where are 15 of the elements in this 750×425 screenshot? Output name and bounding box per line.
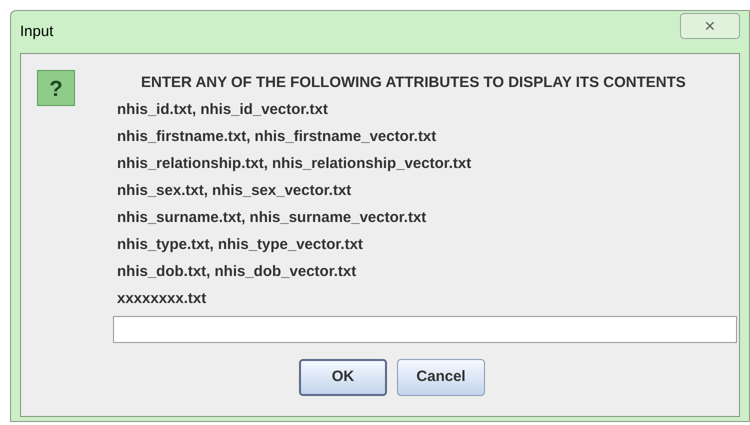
attribute-line: nhis_relationship.txt, nhis_relationship_vector.txt (117, 154, 472, 174)
attribute-line: xxxxxxxx.txt (117, 289, 206, 309)
dialog-button[interactable]: OK (299, 359, 387, 396)
window-title: Input (20, 22, 54, 42)
attribute-line: nhis_type.txt, nhis_type_vector.txt (117, 235, 363, 255)
dialog-button[interactable]: Cancel (397, 359, 485, 396)
close-button[interactable]: ✕ (680, 13, 740, 39)
attribute-line: nhis_sex.txt, nhis_sex_vector.txt (117, 181, 352, 201)
attribute-line: nhis_surname.txt, nhis_surname_vector.txt (117, 208, 426, 228)
attribute-line: nhis_dob.txt, nhis_dob_vector.txt (117, 262, 356, 282)
attribute-line: nhis_id.txt, nhis_id_vector.txt (117, 100, 328, 120)
question-icon: ? (37, 70, 75, 106)
prompt-heading: ENTER ANY OF THE FOLLOWING ATTRIBUTES TO DISPLAY ITS CONTENTS (140, 73, 687, 93)
attribute-line: nhis_firstname.txt, nhis_firstname_vector.txt (117, 127, 436, 147)
input-field[interactable] (113, 316, 737, 343)
